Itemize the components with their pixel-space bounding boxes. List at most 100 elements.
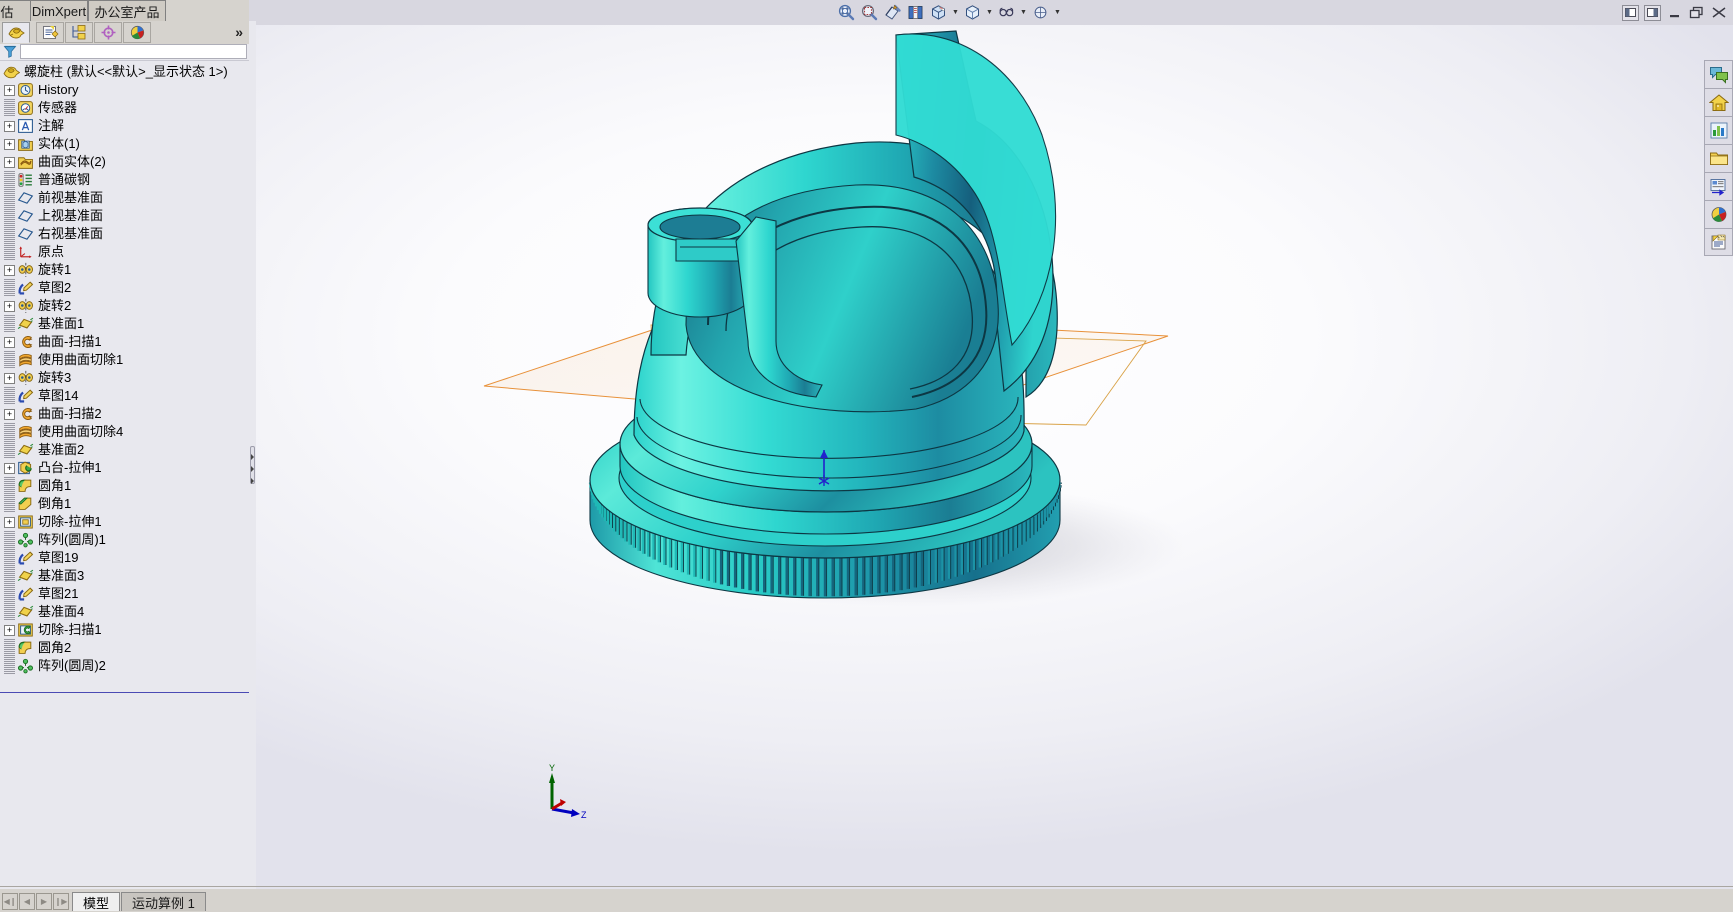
folder-icon[interactable]: [1704, 144, 1733, 172]
feature-tree-item[interactable]: 草图2: [0, 279, 249, 297]
feature-tree-item[interactable]: + 切除-拉伸1: [0, 513, 249, 531]
view-orientation-icon[interactable]: [904, 2, 927, 24]
zoom-to-area-icon[interactable]: [858, 2, 881, 24]
nav-prev-button[interactable]: ◀: [19, 892, 35, 910]
feature-tree-item[interactable]: + 曲面-扫描2: [0, 405, 249, 423]
nav-next-button[interactable]: ▶: [36, 892, 52, 910]
feature-tree-item-label: History: [38, 82, 79, 97]
feature-tree-item[interactable]: 圆角2: [0, 639, 249, 657]
dock-right-icon[interactable]: [1644, 4, 1661, 21]
view-palette-icon[interactable]: [1704, 172, 1733, 200]
restore-icon[interactable]: [1688, 5, 1705, 21]
feature-tree-item[interactable]: 上视基准面: [0, 207, 249, 225]
feature-tree-item[interactable]: 草图14: [0, 387, 249, 405]
feature-tree-item[interactable]: + 曲面-扫描1: [0, 333, 249, 351]
close-icon[interactable]: [1710, 5, 1727, 21]
feature-tree-item-label: 阵列(圆周)1: [38, 532, 106, 547]
home-library-icon[interactable]: [1704, 88, 1733, 116]
feature-tree-item[interactable]: 使用曲面切除1: [0, 351, 249, 369]
resources-speech-icon[interactable]: [1704, 60, 1733, 88]
panel-splitter[interactable]: [249, 21, 256, 889]
expand-toggle-icon[interactable]: +: [4, 138, 15, 150]
display-style-icon[interactable]: [927, 2, 950, 24]
graphics-viewport[interactable]: Y Z: [256, 25, 1733, 889]
tree-connector: [4, 603, 15, 621]
ref-plane-icon: [17, 568, 34, 584]
view-settings-icon[interactable]: [1029, 2, 1052, 24]
dimxpert-manager-tab[interactable]: [94, 22, 122, 43]
hide-show-items-dropdown-arrow[interactable]: ▼: [984, 2, 995, 24]
expand-toggle-icon[interactable]: +: [4, 264, 15, 276]
display-manager-tab[interactable]: [123, 22, 151, 43]
property-manager-tab[interactable]: [36, 22, 64, 43]
expand-toggle-icon[interactable]: +: [4, 156, 15, 168]
feature-tree-item[interactable]: 原点: [0, 243, 249, 261]
cut-with-surface-icon: [17, 424, 34, 440]
expand-toggle-icon[interactable]: +: [4, 120, 15, 132]
feature-tree-item[interactable]: + 曲面实体(2): [0, 153, 249, 171]
feature-tree-item[interactable]: + 注解: [0, 117, 249, 135]
tab-motion-study-1[interactable]: 运动算例 1: [121, 892, 206, 911]
ribbon-tab-dimxpert[interactable]: DimXpert: [30, 0, 88, 21]
feature-tree-item[interactable]: 前视基准面: [0, 189, 249, 207]
expand-toggle-icon[interactable]: +: [4, 372, 15, 384]
section-view-icon[interactable]: [881, 2, 904, 24]
feature-tree-item[interactable]: 倒角1: [0, 495, 249, 513]
tab-model[interactable]: 模型: [72, 892, 121, 911]
model-3d-view[interactable]: [256, 25, 1733, 889]
apply-scene-icon[interactable]: [995, 2, 1018, 24]
tree-connector: [4, 531, 15, 549]
hide-show-items-icon[interactable]: [961, 2, 984, 24]
ribbon-tab-office[interactable]: 办公室产品: [88, 0, 166, 21]
custom-properties-icon[interactable]: [1704, 228, 1733, 256]
minimize-icon[interactable]: [1666, 5, 1683, 21]
feature-tree-item[interactable]: 右视基准面: [0, 225, 249, 243]
feature-tree-item[interactable]: 草图21: [0, 585, 249, 603]
ribbon-tab-evaluate[interactable]: 估: [0, 0, 32, 21]
expand-toggle-icon[interactable]: +: [4, 462, 15, 474]
feature-tree-item-label: 前视基准面: [38, 190, 104, 205]
feature-tree[interactable]: 螺旋柱 (默认<<默认>_显示状态 1>) + History 传感器 + 注解 + 实体(1…: [0, 62, 249, 692]
feature-tree-item[interactable]: 普通碳钢: [0, 171, 249, 189]
nav-last-button[interactable]: ❙▶: [53, 892, 69, 910]
feature-tree-filter-input[interactable]: [20, 44, 247, 59]
expand-toggle-icon[interactable]: +: [4, 336, 15, 348]
feature-tree-item[interactable]: 草图19: [0, 549, 249, 567]
expand-toggle-icon[interactable]: +: [4, 300, 15, 312]
feature-tree-item[interactable]: 阵列(圆周)1: [0, 531, 249, 549]
feature-tree-item[interactable]: + 切除-扫描1: [0, 621, 249, 639]
feature-tree-item[interactable]: + 旋转1: [0, 261, 249, 279]
feature-tree-item[interactable]: + 实体(1): [0, 135, 249, 153]
feature-tree-item[interactable]: 基准面1: [0, 315, 249, 333]
plane-icon: [17, 190, 34, 206]
feature-tree-item[interactable]: 圆角1: [0, 477, 249, 495]
feature-tree-item[interactable]: 使用曲面切除4: [0, 423, 249, 441]
zoom-to-fit-icon[interactable]: [835, 2, 858, 24]
feature-manager-overflow-chevron[interactable]: »: [235, 24, 243, 40]
appearance-sphere-icon[interactable]: [1704, 200, 1733, 228]
feature-tree-item[interactable]: 阵列(圆周)2: [0, 657, 249, 675]
chart-explorer-icon[interactable]: [1704, 116, 1733, 144]
feature-tree-root[interactable]: 螺旋柱 (默认<<默认>_显示状态 1>): [0, 62, 249, 81]
nav-first-button[interactable]: ◀❙: [2, 892, 18, 910]
dock-left-icon[interactable]: [1622, 4, 1639, 21]
feature-tree-item[interactable]: 基准面4: [0, 603, 249, 621]
feature-tree-item[interactable]: + 旋转3: [0, 369, 249, 387]
feature-tree-tab[interactable]: [2, 22, 30, 43]
expand-toggle-icon[interactable]: +: [4, 624, 15, 636]
feature-tree-item[interactable]: + History: [0, 81, 249, 99]
expand-toggle-icon[interactable]: +: [4, 408, 15, 420]
expand-toggle-icon[interactable]: +: [4, 84, 15, 96]
feature-tree-item[interactable]: 传感器: [0, 99, 249, 117]
feature-tree-item[interactable]: 基准面2: [0, 441, 249, 459]
display-style-dropdown-arrow[interactable]: ▼: [950, 2, 961, 24]
configuration-manager-tab[interactable]: [65, 22, 93, 43]
feature-tree-item[interactable]: + 旋转2: [0, 297, 249, 315]
filter-funnel-icon[interactable]: [3, 45, 17, 61]
expand-toggle-icon[interactable]: +: [4, 516, 15, 528]
apply-scene-dropdown-arrow[interactable]: ▼: [1018, 2, 1029, 24]
view-settings-dropdown-arrow[interactable]: ▼: [1052, 2, 1063, 24]
feature-tree-item[interactable]: 基准面3: [0, 567, 249, 585]
feature-tree-item[interactable]: + 凸台-拉伸1: [0, 459, 249, 477]
feature-tree-item-label: 旋转1: [38, 262, 72, 277]
